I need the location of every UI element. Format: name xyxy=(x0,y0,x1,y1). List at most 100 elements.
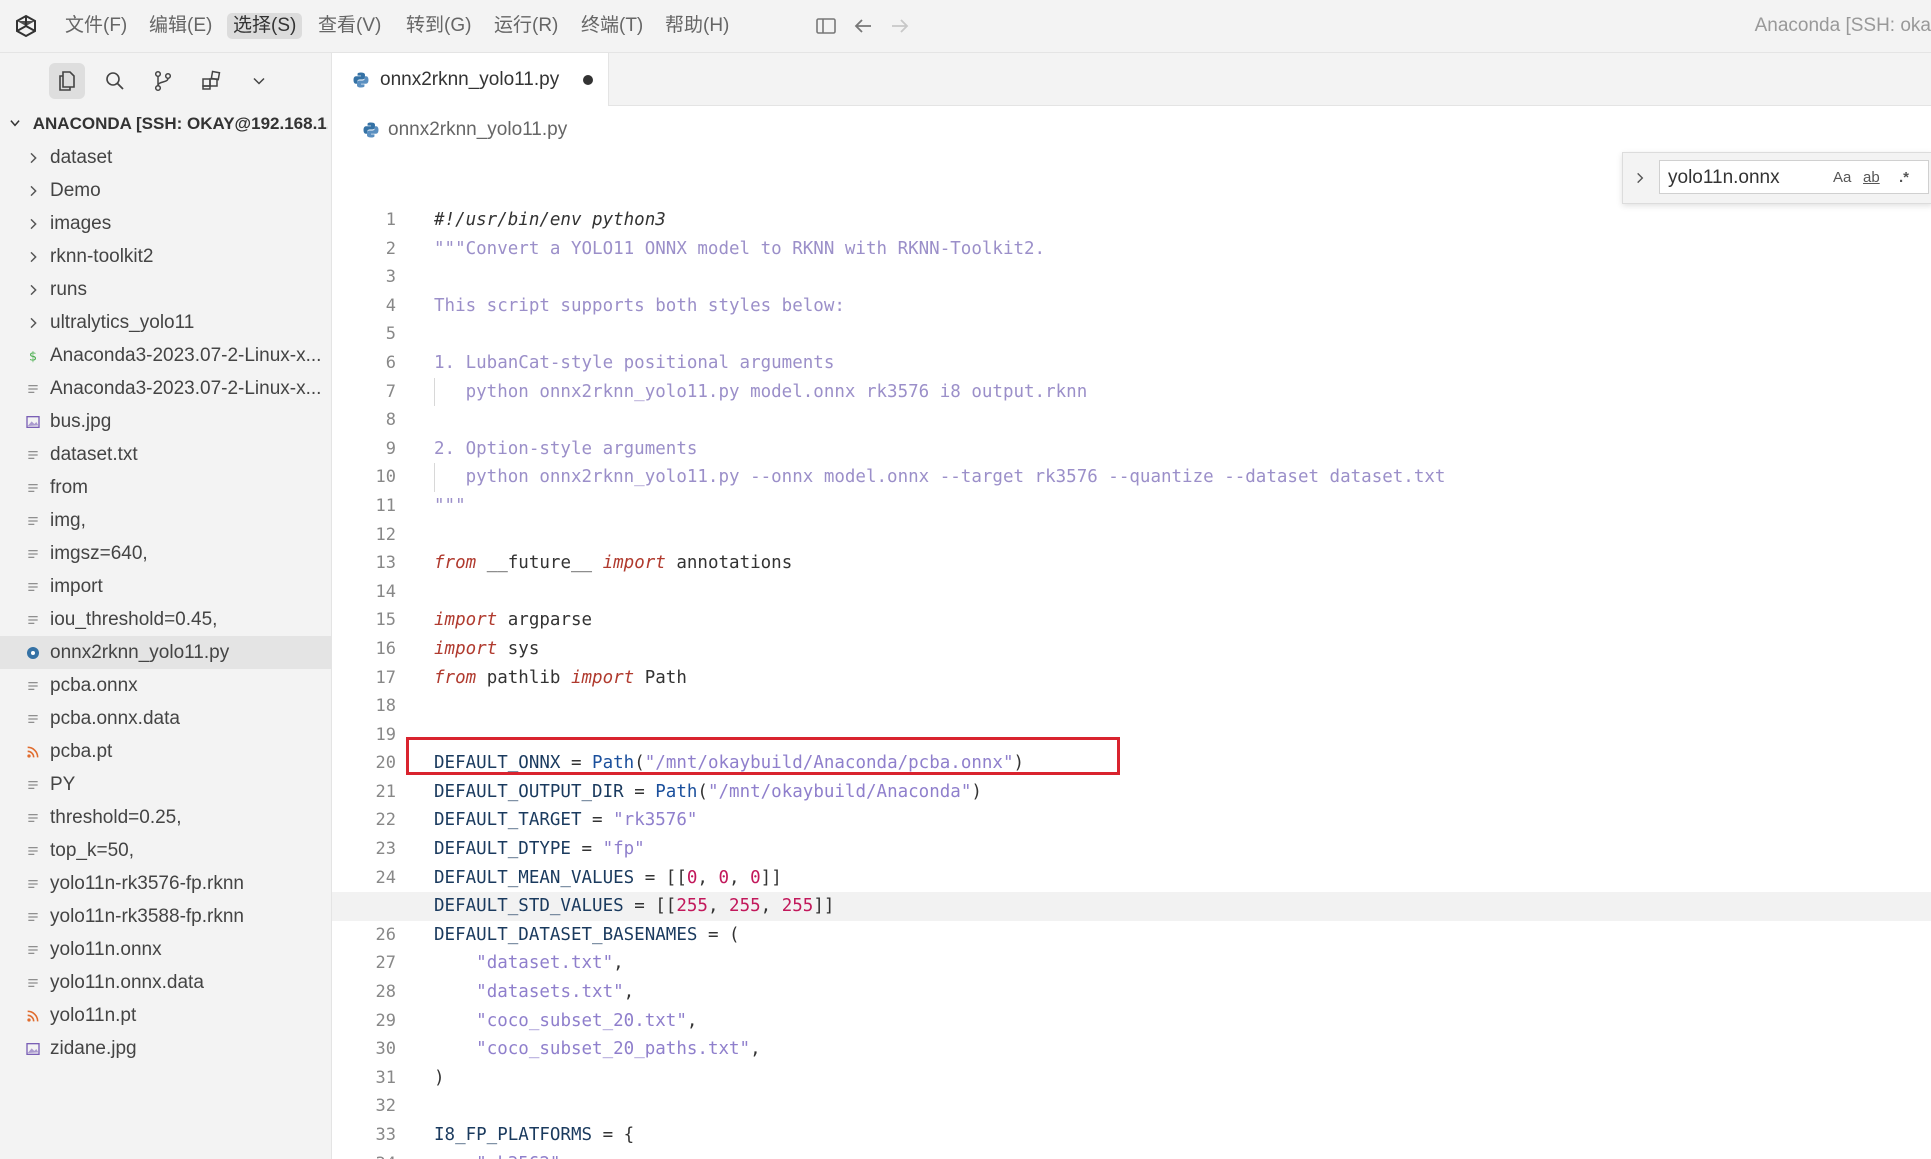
menu-help[interactable]: 帮助(H) xyxy=(659,13,735,39)
menu-go[interactable]: 转到(G) xyxy=(400,13,477,39)
tree-file-item[interactable]: yolo11n-rk3588-fp.rknn xyxy=(0,900,331,933)
file-lines-icon xyxy=(28,516,38,525)
tree-item-icon xyxy=(24,537,42,570)
code-line[interactable] xyxy=(434,521,1931,550)
code-line[interactable]: DEFAULT_TARGET = "rk3576" xyxy=(434,806,1931,835)
code-line[interactable]: import argparse xyxy=(434,606,1931,635)
tree-file-item[interactable]: yolo11n-rk3576-fp.rknn xyxy=(0,867,331,900)
tab-bar: onnx2rknn_yolo11.py xyxy=(332,53,1931,106)
menu-terminal[interactable]: 终端(T) xyxy=(575,13,649,39)
tree-folder-item[interactable]: dataset xyxy=(0,141,331,174)
find-input[interactable]: yolo11n.onnx xyxy=(1659,160,1929,194)
tree-folder-item[interactable]: rknn-toolkit2 xyxy=(0,240,331,273)
code-token: 0 xyxy=(750,867,761,888)
code-line[interactable] xyxy=(434,320,1931,349)
extensions-view-button[interactable] xyxy=(193,63,229,99)
code-line[interactable]: DEFAULT_OUTPUT_DIR = Path("/mnt/okaybuil… xyxy=(434,778,1931,807)
tree-folder-item[interactable]: Demo xyxy=(0,174,331,207)
tree-file-item[interactable]: yolo11n.pt xyxy=(0,999,331,1032)
more-views-button[interactable] xyxy=(241,63,277,99)
tree-file-item[interactable]: top_k=50, xyxy=(0,834,331,867)
tree-file-item[interactable]: pcba.onnx xyxy=(0,669,331,702)
tree-folder-item[interactable]: images xyxy=(0,207,331,240)
code-line[interactable] xyxy=(434,578,1931,607)
code-line[interactable]: DEFAULT_DATASET_BASENAMES = ( xyxy=(434,921,1931,950)
tree-file-item[interactable]: img, xyxy=(0,504,331,537)
code-area[interactable]: #!/usr/bin/env python3 """Convert a YOLO1… xyxy=(332,206,1931,1159)
code-line[interactable]: DEFAULT_STD_VALUES = [[255, 255, 255]] xyxy=(332,892,1931,921)
code-line[interactable]: import sys xyxy=(434,635,1931,664)
line-number: 9 xyxy=(385,438,396,459)
tree-folder-item[interactable]: runs xyxy=(0,273,331,306)
tree-item-icon xyxy=(24,273,42,306)
tree-file-item[interactable]: dataset.txt xyxy=(0,438,331,471)
code-line[interactable]: ) xyxy=(434,1064,1931,1093)
source-control-button[interactable] xyxy=(145,63,181,99)
tree-item-icon xyxy=(24,801,42,834)
code-line[interactable]: "dataset.txt", xyxy=(434,949,1931,978)
tree-file-item[interactable]: Anaconda3-2023.07-2-Linux-x... xyxy=(0,372,331,405)
tree-file-item[interactable]: threshold=0.25, xyxy=(0,801,331,834)
code-token: DEFAULT_TARGET xyxy=(434,810,582,831)
match-whole-word-toggle[interactable]: ab xyxy=(1863,168,1880,188)
code-line[interactable]: 2. Option-style arguments xyxy=(434,435,1931,464)
code-line[interactable]: """Convert a YOLO11 ONNX model to RKNN w… xyxy=(434,235,1931,264)
code-line[interactable]: "rk3562", xyxy=(434,1150,1931,1159)
code-editor[interactable]: 1 2 3 4 5 6 7 8 9 10 11 12 13 14 15 16 17 18 19 20 21 22 23 24 2… xyxy=(332,150,1931,1159)
code-line[interactable]: 1. LubanCat-style positional arguments xyxy=(434,349,1931,378)
tree-folder-item[interactable]: ultralytics_yolo11 xyxy=(0,306,331,339)
explorer-root-header[interactable]: ANACONDA [SSH: OKAY@192.168.1.... xyxy=(8,109,328,139)
tree-item-icon xyxy=(24,834,42,867)
editor-tab[interactable]: onnx2rknn_yolo11.py xyxy=(332,53,609,106)
tree-file-item[interactable]: pcba.onnx.data xyxy=(0,702,331,735)
code-line[interactable]: from pathlib import Path xyxy=(434,664,1931,693)
forward-arrow-icon[interactable] xyxy=(888,14,912,38)
code-line[interactable] xyxy=(434,406,1931,435)
code-line[interactable]: python onnx2rknn_yolo11.py --onnx model.… xyxy=(434,463,1931,492)
match-case-toggle[interactable]: Aa xyxy=(1833,168,1851,188)
code-line[interactable] xyxy=(434,263,1931,292)
tree-file-item[interactable]: zidane.jpg xyxy=(0,1032,331,1065)
code-line[interactable]: "coco_subset_20_paths.txt", xyxy=(434,1035,1931,1064)
explorer-view-button[interactable] xyxy=(49,63,85,99)
use-regex-toggle[interactable]: .* xyxy=(1899,168,1909,188)
toggle-sidebar-icon[interactable] xyxy=(814,14,838,38)
menu-selection[interactable]: 选择(S) xyxy=(227,13,303,39)
code-line[interactable]: """ xyxy=(434,492,1931,521)
code-line[interactable] xyxy=(434,1092,1931,1121)
code-line[interactable]: DEFAULT_DTYPE = "fp" xyxy=(434,835,1931,864)
code-line[interactable] xyxy=(434,692,1931,721)
menu-run[interactable]: 运行(R) xyxy=(488,13,564,39)
code-line[interactable]: "datasets.txt", xyxy=(434,978,1931,1007)
tree-file-item[interactable]: pcba.pt xyxy=(0,735,331,768)
tree-file-item[interactable]: onnx2rknn_yolo11.py xyxy=(0,636,331,669)
toggle-replace-button[interactable] xyxy=(1629,166,1651,190)
tree-file-item[interactable]: imgsz=640, xyxy=(0,537,331,570)
tree-item-icon xyxy=(24,933,42,966)
tree-file-item[interactable]: $ Anaconda3-2023.07-2-Linux-x... xyxy=(0,339,331,372)
search-view-button[interactable] xyxy=(97,63,133,99)
tree-file-item[interactable]: import xyxy=(0,570,331,603)
code-line[interactable]: "coco_subset_20.txt", xyxy=(434,1007,1931,1036)
code-token: from xyxy=(434,553,477,574)
code-line[interactable]: I8_FP_PLATFORMS = { xyxy=(434,1121,1931,1150)
menu-view[interactable]: 查看(V) xyxy=(312,13,387,39)
code-line[interactable]: This script supports both styles below: xyxy=(434,292,1931,321)
unsaved-dot-icon[interactable] xyxy=(583,75,593,85)
code-line[interactable]: #!/usr/bin/env python3 xyxy=(434,206,1931,235)
tree-file-item[interactable]: bus.jpg xyxy=(0,405,331,438)
menu-file[interactable]: 文件(F) xyxy=(59,13,133,39)
code-line[interactable]: python onnx2rknn_yolo11.py model.onnx rk… xyxy=(434,377,1931,407)
tree-file-item[interactable]: yolo11n.onnx xyxy=(0,933,331,966)
dollar-icon: $ xyxy=(29,348,37,363)
tree-file-item[interactable]: iou_threshold=0.45, xyxy=(0,603,331,636)
menu-edit[interactable]: 编辑(E) xyxy=(143,13,218,39)
tree-file-item[interactable]: from xyxy=(0,471,331,504)
app-logo-icon[interactable] xyxy=(14,14,38,38)
tree-file-item[interactable]: yolo11n.onnx.data xyxy=(0,966,331,999)
back-arrow-icon[interactable] xyxy=(851,14,875,38)
code-line[interactable]: from __future__ import annotations xyxy=(434,549,1931,578)
tree-file-item[interactable]: PY xyxy=(0,768,331,801)
code-line[interactable]: DEFAULT_MEAN_VALUES = [[0, 0, 0]] xyxy=(434,864,1931,893)
